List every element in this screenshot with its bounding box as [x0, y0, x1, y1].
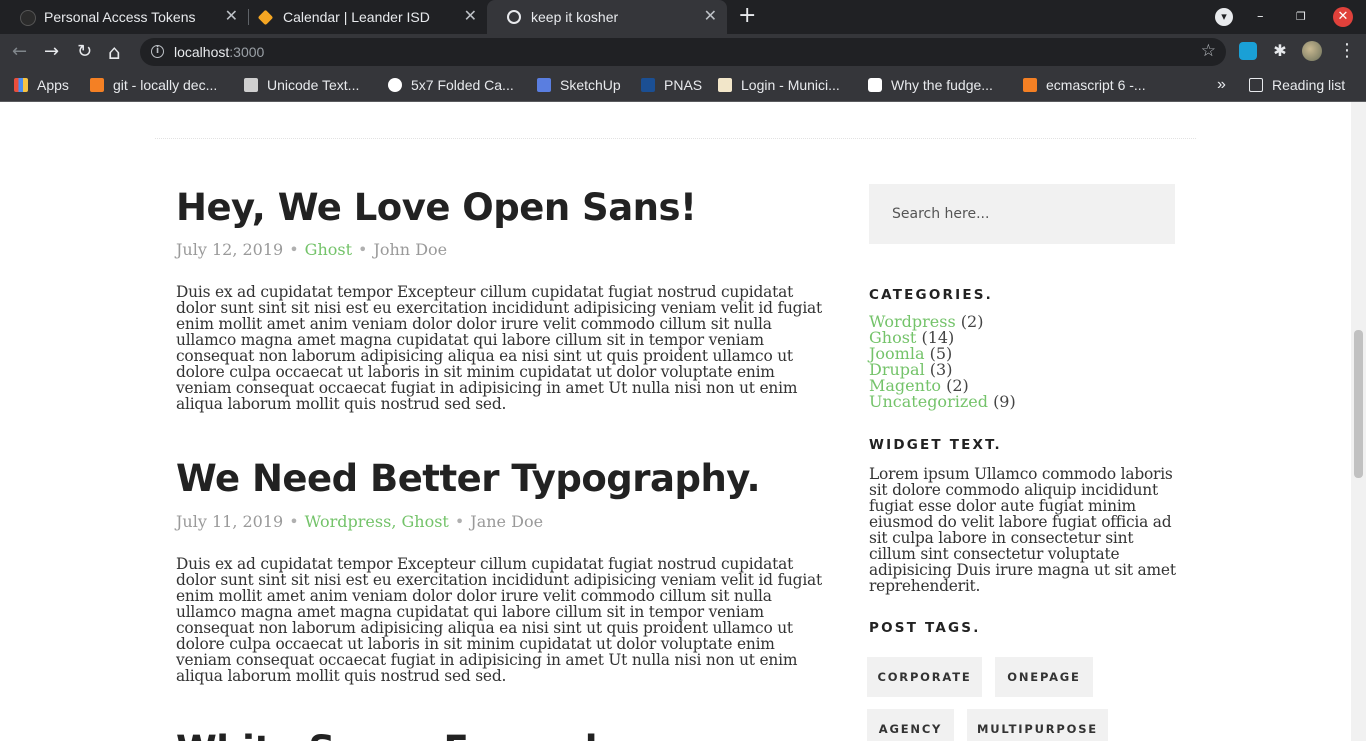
category-link[interactable]: Uncategorized: [869, 392, 988, 411]
forward-button[interactable]: →: [44, 41, 59, 63]
bookmark-why-the-fudge[interactable]: Why the fudge...: [868, 70, 993, 100]
profile-avatar[interactable]: [1302, 41, 1322, 61]
post-title[interactable]: Hey, We Love Open Sans!: [176, 186, 697, 229]
page-viewport: Hey, We Love Open Sans! July 12, 2019 • Gh…: [0, 102, 1351, 741]
stackoverflow-icon: [1023, 78, 1037, 92]
widget-text-heading: WIDGET TEXT.: [869, 437, 1002, 453]
post-category-link[interactable]: Ghost: [305, 240, 352, 259]
reading-list-button[interactable]: Reading list: [1249, 70, 1345, 100]
bookmark-sketchup[interactable]: SketchUp: [537, 70, 621, 100]
url-text: localhost:3000: [174, 44, 265, 60]
tag-button[interactable]: CORPORATE: [867, 657, 982, 697]
tab-title: keep it kosher: [531, 9, 619, 25]
github-icon: [20, 10, 36, 26]
tab-keep-it-kosher[interactable]: keep it kosher ✕: [487, 0, 727, 34]
bookmark-pnas[interactable]: PNAS: [641, 70, 702, 100]
close-icon[interactable]: ✕: [225, 0, 238, 34]
reading-list-icon: [1249, 78, 1263, 92]
bookmark-unicode-text[interactable]: Unicode Text...: [244, 70, 359, 100]
scrollbar-thumb[interactable]: [1354, 330, 1363, 478]
header-divider: [155, 138, 1196, 139]
extensions-puzzle-icon[interactable]: ✱: [1271, 42, 1289, 60]
document-icon: [718, 78, 732, 92]
page-icon: [244, 78, 258, 92]
bookmark-folded-card[interactable]: 5x7 Folded Ca...: [388, 70, 514, 100]
page-scrollbar[interactable]: [1351, 102, 1366, 741]
tab-title: Calendar | Leander ISD: [283, 9, 430, 25]
tag-button[interactable]: ONEPAGE: [995, 657, 1093, 697]
medium-icon: [868, 78, 882, 92]
close-icon[interactable]: ✕: [464, 0, 477, 34]
bookmark-git[interactable]: git - locally dec...: [90, 70, 217, 100]
post-author: John Doe: [373, 240, 448, 259]
window-close-button[interactable]: ✕: [1333, 7, 1353, 27]
tab-strip: Personal Access Tokens ✕ Calendar | Lean…: [0, 0, 1366, 34]
address-toolbar: ← → ↻ ⌂ i localhost:3000 ☆ ✱ ⋮: [0, 34, 1366, 70]
category-item: Uncategorized (9): [869, 392, 1016, 411]
bookmarks-bar: Apps git - locally dec... Unicode Text..…: [0, 70, 1366, 102]
bookmarks-overflow-button[interactable]: »: [1217, 70, 1226, 100]
categories-heading: CATEGORIES.: [869, 287, 993, 303]
home-button[interactable]: ⌂: [108, 41, 121, 63]
reload-button[interactable]: ↻: [77, 41, 92, 63]
post-title[interactable]: We Need Better Typography.: [176, 457, 761, 500]
menu-icon[interactable]: ⋮: [1338, 40, 1356, 61]
post-excerpt: Duis ex ad cupidatat tempor Excepteur ci…: [176, 555, 823, 685]
categories-list: Wordpress (2) Ghost (14) Joomla (5) Drup…: [869, 314, 1016, 410]
tab-calendar-leander-isd[interactable]: Calendar | Leander ISD ✕: [239, 0, 487, 34]
tab-personal-access-tokens[interactable]: Personal Access Tokens ✕: [0, 0, 248, 34]
bookmark-login-municipal[interactable]: Login - Munici...: [718, 70, 840, 100]
back-button[interactable]: ←: [12, 41, 27, 63]
minimize-button[interactable]: –: [1257, 0, 1264, 34]
restore-button[interactable]: ❐: [1296, 0, 1306, 34]
post-date: July 12, 2019: [176, 240, 284, 259]
globe-icon: [388, 78, 402, 92]
post-author: Jane Doe: [470, 512, 544, 531]
bookmark-apps[interactable]: Apps: [14, 70, 69, 100]
bookmark-star-icon[interactable]: ☆: [1201, 41, 1216, 61]
site-info-icon[interactable]: i: [151, 45, 164, 58]
post-title[interactable]: White Space Far and: [176, 728, 598, 741]
post-meta: July 11, 2019 • Wordpress, Ghost • Jane Doe: [176, 512, 544, 531]
tab-search-icon[interactable]: ▾: [1215, 8, 1233, 26]
tag-button[interactable]: MULTIPURPOSE: [967, 709, 1108, 741]
bookmark-ecmascript[interactable]: ecmascript 6 -...: [1023, 70, 1146, 100]
tab-title: Personal Access Tokens: [44, 9, 196, 25]
sketchup-icon: [537, 78, 551, 92]
widget-text-body: Lorem ipsum Ullamco commodo laboris sit …: [869, 465, 1176, 595]
cloud-extension-icon[interactable]: [1239, 42, 1257, 60]
post-excerpt: Duis ex ad cupidatat tempor Excepteur ci…: [176, 283, 823, 413]
tag-button[interactable]: AGENCY: [867, 709, 954, 741]
calendar-site-icon: [257, 9, 274, 26]
globe-icon: [507, 10, 521, 24]
post-tags-heading: POST TAGS.: [869, 620, 981, 636]
post-category-link[interactable]: Wordpress, Ghost: [305, 512, 449, 531]
address-bar[interactable]: i localhost:3000 ☆: [140, 38, 1226, 66]
search-input[interactable]: [869, 184, 1175, 244]
close-icon[interactable]: ✕: [704, 0, 717, 34]
post-meta: July 12, 2019 • Ghost • John Doe: [176, 240, 448, 259]
stackoverflow-icon: [90, 78, 104, 92]
apps-grid-icon: [14, 78, 28, 92]
post-date: July 11, 2019: [176, 512, 284, 531]
pnas-icon: [641, 78, 655, 92]
new-tab-button[interactable]: +: [738, 3, 756, 28]
